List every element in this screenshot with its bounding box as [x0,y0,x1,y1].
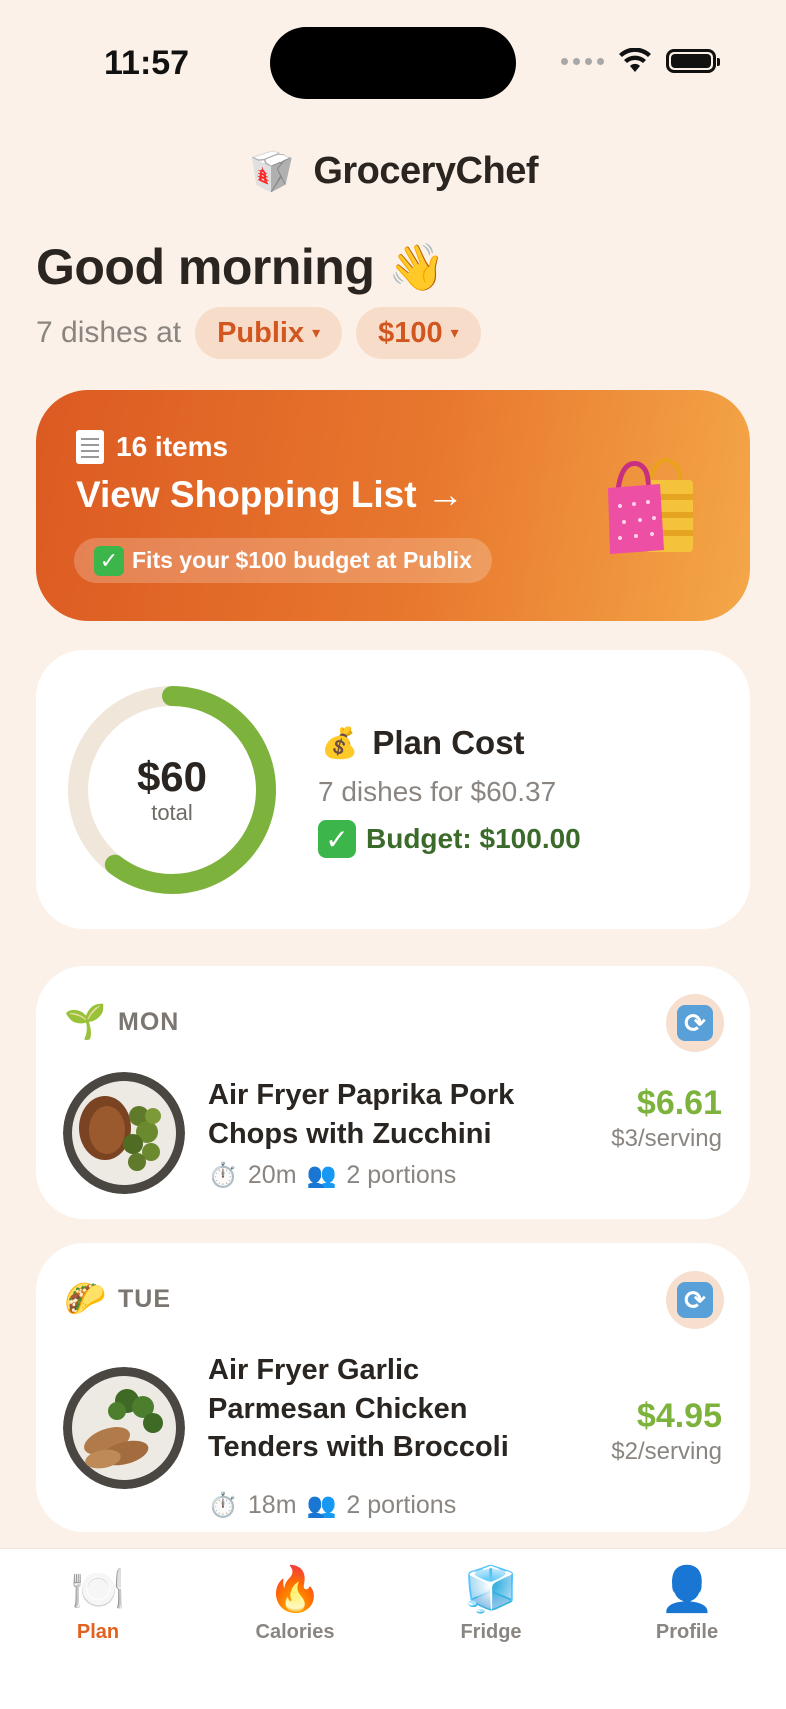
day-label: TUE [118,1284,171,1313]
dynamic-island [270,27,516,99]
chevron-down-icon: ▾ [450,325,459,342]
view-shopping-list-link[interactable]: View Shopping List → [76,474,464,516]
stopwatch-icon: ⏱️ [208,1162,238,1189]
dish-price: $6.61 $3/serving [611,1084,722,1153]
portions: 2 portions [346,1491,457,1519]
receipt-icon [76,430,104,464]
signal-icon [561,57,604,65]
tab-plan[interactable]: 🍽️ Plan [28,1563,168,1644]
price-per-serving: $3/serving [611,1125,722,1152]
cook-time: 20m [247,1161,297,1189]
shopping-list-banner[interactable]: 16 items View Shopping List → ✓ Fits you… [36,390,750,621]
refresh-icon: ⟳ [677,1005,713,1041]
status-icons [561,48,720,74]
tab-calories[interactable]: 🔥 Calories [225,1563,365,1644]
swap-dish-button[interactable]: ⟳ [666,994,724,1052]
seedling-icon: 🌱 [64,1003,107,1041]
plan-cost-title: 💰 Plan Cost [321,724,525,762]
greeting-title: Good morning 👋 [36,238,446,296]
ring-center: $60 total [66,684,278,896]
shopping-bags-icon [608,458,693,554]
chevron-down-icon: ▾ [312,325,321,342]
price-per-serving: $2/serving [611,1438,722,1465]
money-bag-icon: 💰 [321,726,359,760]
plan-total-amount: $60 [136,752,208,800]
budget-fit-badge: ✓ Fits your $100 budget at Publix [74,538,492,583]
people-icon: 👥 [306,1492,337,1519]
budget-fit-text: Fits your $100 budget at Publix [132,547,472,573]
wifi-icon [619,48,651,72]
dish-price-value: $4.95 [636,1397,722,1435]
screen: 11:57 🥡 GroceryChef Good morning 👋 7 dis… [0,0,786,1709]
items-count-text: 16 items [116,431,229,462]
checkmark-icon: ✓ [94,545,124,576]
store-name: Publix [217,316,305,349]
items-count: 16 items [76,430,228,464]
dish-card-mon[interactable]: 🌱 MON ⟳ Air Fryer Paprika Pork Chops wit… [36,966,750,1219]
plan-total-label: total [151,800,193,826]
swap-dish-button[interactable]: ⟳ [666,1271,724,1329]
bottom-tab-bar: 🍽️ Plan 🔥 Calories 🧊 Fridge 👤 Profile [0,1548,786,1709]
fire-icon: 🔥 [267,1565,323,1614]
people-icon: 👥 [306,1162,337,1189]
cook-time: 18m [247,1491,297,1519]
dish-meta: ⏱️ 20m 👥 2 portions [208,1161,456,1190]
greeting-text: Good morning [36,239,375,295]
budget-value: $100 [378,316,443,349]
waving-hand-icon: 👋 [388,240,446,293]
chef-logo-icon: 🥡 [247,150,296,193]
dish-meta: ⏱️ 18m 👥 2 portions [208,1491,456,1520]
plan-cost-subtitle: 7 dishes for $60.37 [318,776,557,807]
dish-name: Air Fryer Garlic Parmesan Chicken Tender… [208,1354,509,1464]
tab-label: Plan [76,1621,120,1643]
day-label: MON [118,1007,180,1036]
app-brand: 🥡 GroceryChef [0,150,786,193]
dish-photo [63,1072,185,1194]
tab-label: Calories [255,1621,335,1643]
dishes-count-text: 7 dishes at [36,316,182,349]
tab-label: Profile [655,1621,719,1643]
dish-card-tue[interactable]: 🌮 TUE ⟳ Air Fryer Garlic Parmesan Chicke… [36,1243,750,1532]
tab-fridge[interactable]: 🧊 Fridge [421,1563,561,1644]
app-name: GroceryChef [313,150,539,192]
budget-selector[interactable]: $100 ▾ [356,307,481,359]
tab-profile[interactable]: 👤 Profile [617,1563,757,1644]
dish-price-value: $6.61 [636,1084,722,1122]
store-selector[interactable]: Publix ▾ [195,307,343,359]
day-header: 🌮 TUE [64,1279,171,1319]
plan-cost-card[interactable]: $60 total 💰 Plan Cost 7 dishes for $60.3… [36,650,750,929]
budget-status: ✓ Budget: $100.00 [318,820,581,858]
dish-price: $4.95 $2/serving [611,1397,722,1466]
portions: 2 portions [346,1161,457,1189]
dish-name: Air Fryer Paprika Pork Chops with Zucchi… [208,1079,515,1150]
ice-cube-icon: 🧊 [463,1565,519,1614]
stopwatch-icon: ⏱️ [208,1492,238,1519]
refresh-icon: ⟳ [677,1282,713,1318]
plate-icon: 🍽️ [70,1565,126,1614]
tab-label: Fridge [460,1621,522,1643]
profile-icon: 👤 [659,1565,715,1614]
dish-photo [63,1367,185,1489]
day-header: 🌱 MON [64,1002,179,1042]
taco-icon: 🌮 [64,1280,107,1318]
budget-status-text: Budget: $100.00 [366,823,581,854]
plan-cost-title-text: Plan Cost [372,724,525,761]
checkmark-icon: ✓ [318,820,356,858]
plan-summary-line: 7 dishes at Publix ▾ $100 ▾ [36,307,481,359]
battery-icon [666,49,720,73]
status-time: 11:57 [104,44,190,82]
